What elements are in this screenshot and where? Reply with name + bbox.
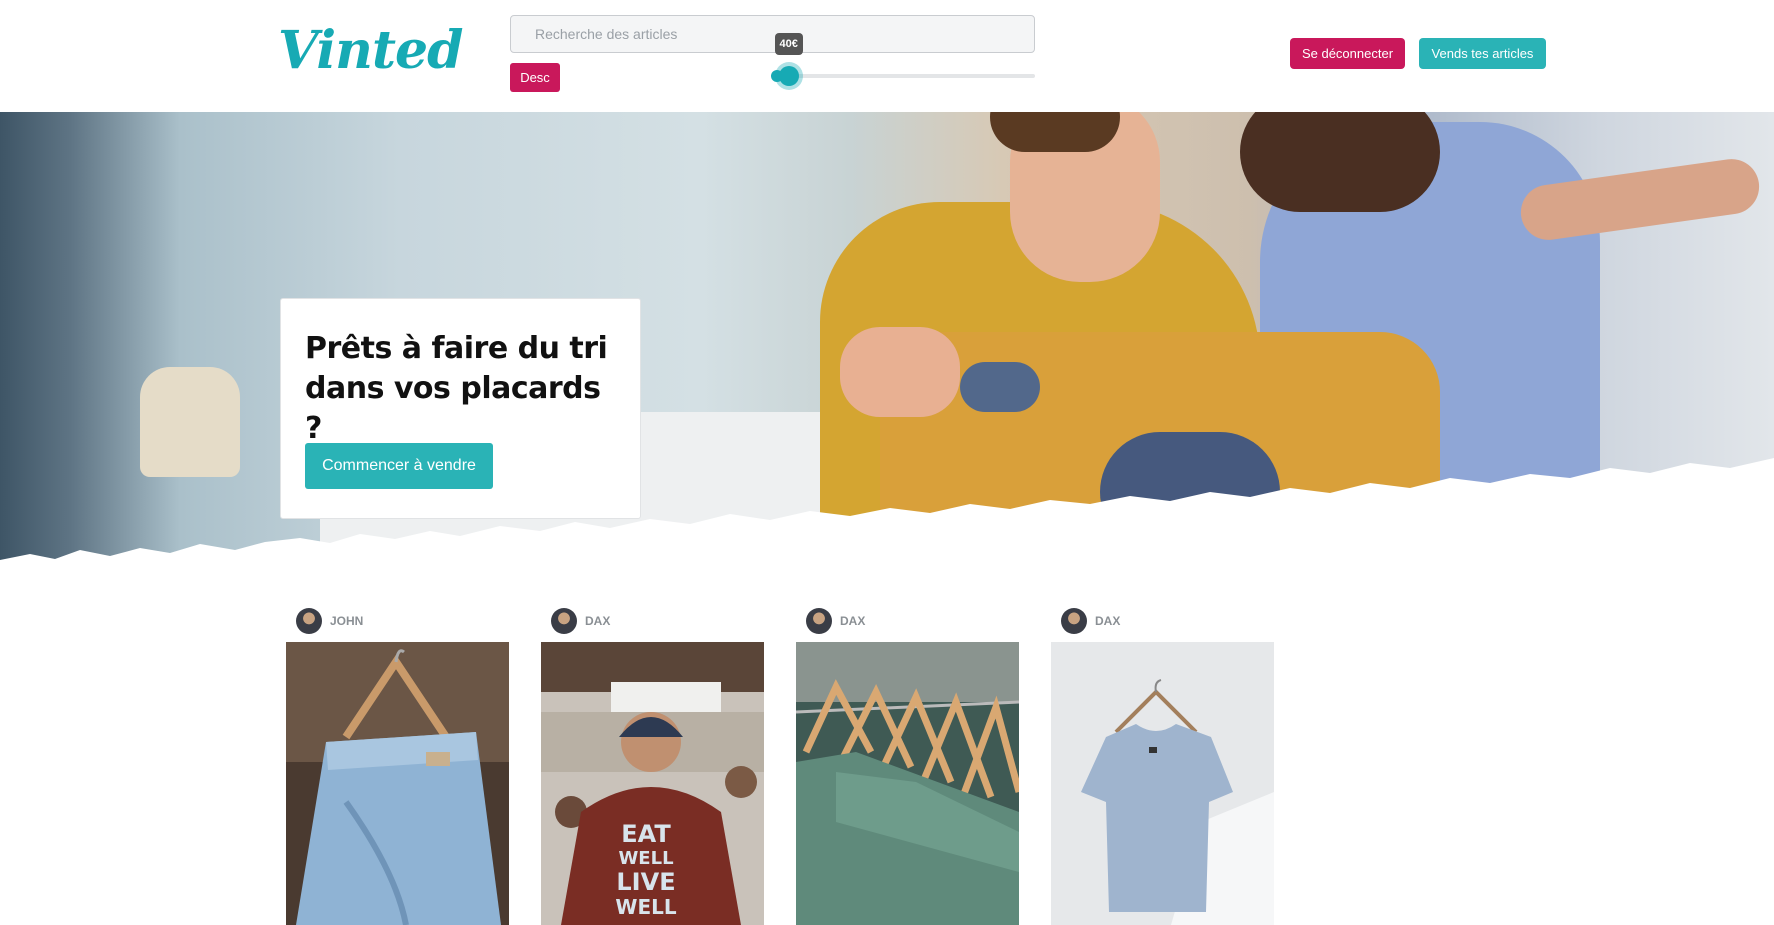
hero-card: Prêts à faire du tri dans vos placards ?… bbox=[280, 298, 641, 519]
seller-name[interactable]: DAX bbox=[840, 614, 865, 628]
product-photo-green-tshirts[interactable] bbox=[796, 642, 1019, 925]
tshirt-print-line: WELL bbox=[618, 848, 673, 869]
avatar[interactable] bbox=[296, 608, 322, 634]
product-card[interactable]: DAX EAT WELL LIVE WELL bbox=[541, 602, 764, 925]
seller-info[interactable]: JOHN bbox=[296, 608, 363, 634]
search-input[interactable] bbox=[511, 16, 1034, 52]
product-photo-blue-tshirt[interactable] bbox=[1051, 642, 1274, 925]
product-card[interactable]: JOHN bbox=[286, 602, 509, 925]
start-selling-button[interactable]: Commencer à vendre bbox=[305, 443, 493, 489]
avatar[interactable] bbox=[1061, 608, 1087, 634]
top-header: Vinted Desc 40€ Se déconnecter Vends tes… bbox=[0, 0, 1774, 112]
seller-name[interactable]: DAX bbox=[585, 614, 610, 628]
tshirt-print-line: EAT bbox=[621, 820, 671, 848]
product-photo-denim-shorts[interactable] bbox=[286, 642, 509, 925]
logout-button[interactable]: Se déconnecter bbox=[1290, 38, 1405, 69]
product-card[interactable]: DAX bbox=[1051, 602, 1274, 925]
sell-items-button[interactable]: Vends tes articles bbox=[1419, 38, 1546, 69]
avatar[interactable] bbox=[551, 608, 577, 634]
torn-paper-edge bbox=[0, 458, 1774, 572]
price-slider-track[interactable] bbox=[773, 74, 1035, 78]
vinted-logo[interactable]: Vinted bbox=[278, 20, 463, 81]
hero-title: Prêts à faire du tri dans vos placards ? bbox=[305, 331, 608, 446]
sort-order-button[interactable]: Desc bbox=[510, 63, 560, 92]
product-photo-eat-well-tshirt[interactable]: EAT WELL LIVE WELL bbox=[541, 642, 764, 925]
tshirt-print-line: WELL bbox=[615, 895, 676, 919]
price-slider-tooltip: 40€ bbox=[774, 33, 803, 55]
tshirt-print-line: LIVE bbox=[616, 868, 675, 896]
seller-info[interactable]: DAX bbox=[806, 608, 865, 634]
seller-info[interactable]: DAX bbox=[1061, 608, 1120, 634]
product-card[interactable]: DAX bbox=[796, 602, 1019, 925]
seller-name[interactable]: DAX bbox=[1095, 614, 1120, 628]
seller-info[interactable]: DAX bbox=[551, 608, 610, 634]
search-box[interactable] bbox=[510, 15, 1035, 53]
avatar[interactable] bbox=[806, 608, 832, 634]
seller-name[interactable]: JOHN bbox=[330, 614, 363, 628]
hero-banner: Prêts à faire du tri dans vos placards ?… bbox=[0, 112, 1774, 572]
product-grid: JOHN DAX EAT WELL LIVE WELL DAX DAX bbox=[286, 602, 1286, 925]
price-slider-max-handle[interactable] bbox=[778, 66, 799, 86]
